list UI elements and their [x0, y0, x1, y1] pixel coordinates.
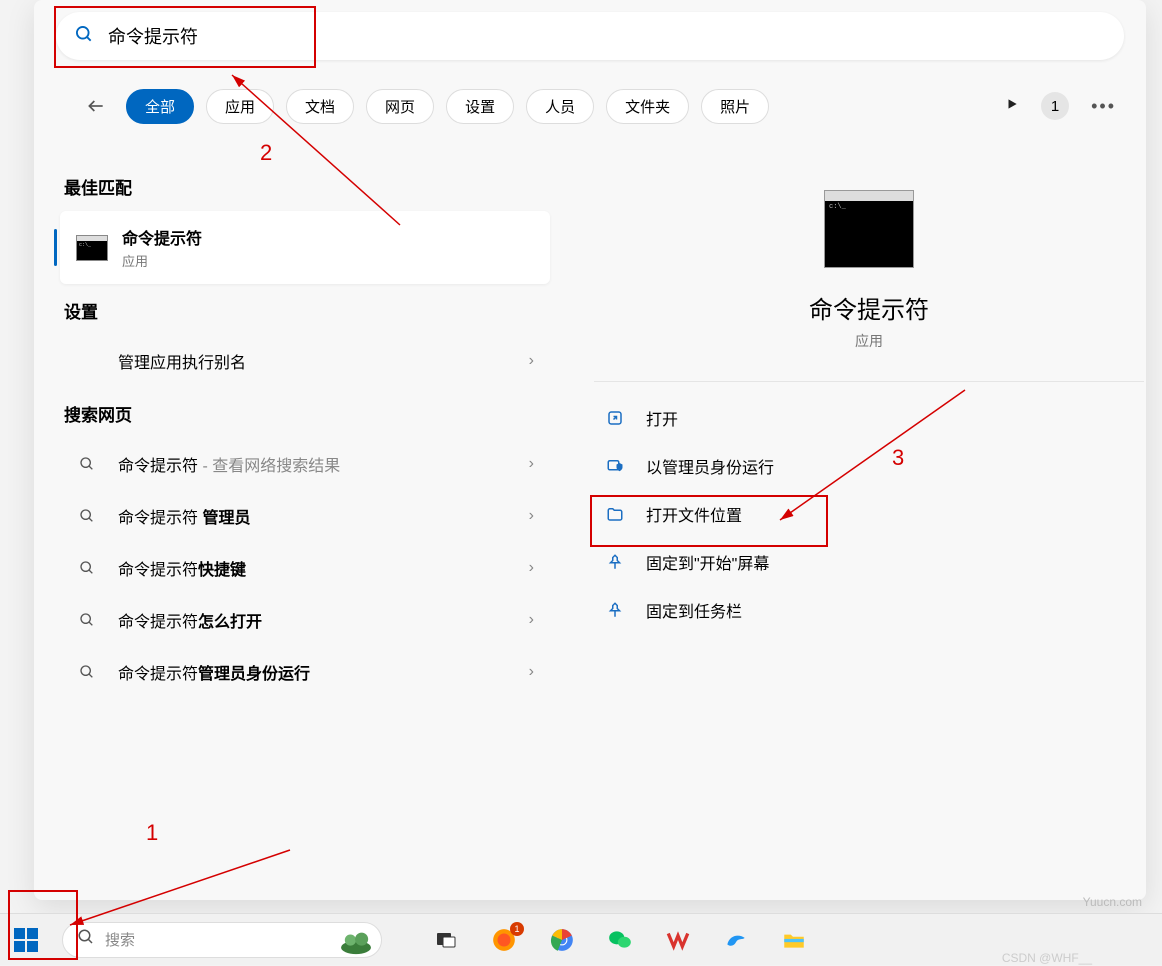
wps-icon[interactable]: [664, 926, 692, 954]
filter-web[interactable]: 网页: [366, 89, 434, 124]
dolphin-icon[interactable]: [722, 926, 750, 954]
row-text: 命令提示符快捷键: [118, 556, 529, 580]
action-pin-start[interactable]: 固定到"开始"屏幕: [594, 538, 1144, 586]
back-button[interactable]: [78, 88, 114, 124]
explorer-icon[interactable]: [780, 926, 808, 954]
web-item[interactable]: 命令提示符 管理员 ›: [60, 490, 550, 542]
windows-logo-icon: [14, 928, 38, 952]
top-right-controls: 1 •••: [1005, 92, 1116, 120]
result-title: 命令提示符: [122, 225, 202, 249]
best-match-result[interactable]: 命令提示符 应用: [60, 211, 550, 284]
filter-docs[interactable]: 文档: [286, 89, 354, 124]
search-icon: [76, 560, 98, 576]
preview-pane: 命令提示符 应用 打开 以管理员身份运行 打开文件位置 固定到"开始"屏幕 固定…: [594, 160, 1144, 634]
action-label: 固定到"开始"屏幕: [646, 550, 769, 574]
search-input[interactable]: [108, 26, 1106, 47]
cmd-icon-large: [824, 190, 914, 268]
results-left: 最佳匹配 命令提示符 应用 设置 管理应用执行别名 › 搜索网页 命令提示符 -…: [60, 160, 550, 698]
taskbar-search[interactable]: 搜索: [62, 922, 382, 958]
task-view-icon[interactable]: [432, 926, 460, 954]
best-match-label: 最佳匹配: [64, 174, 550, 199]
chrome-icon[interactable]: [548, 926, 576, 954]
action-label: 固定到任务栏: [646, 598, 742, 622]
action-open[interactable]: 打开: [594, 394, 1144, 442]
search-icon: [74, 24, 94, 49]
wechat-icon[interactable]: [606, 926, 634, 954]
filter-tabs: 全部 应用 文档 网页 设置 人员 文件夹 照片: [78, 88, 769, 124]
start-button[interactable]: [0, 914, 52, 966]
settings-item-alias[interactable]: 管理应用执行别名 ›: [60, 335, 550, 387]
search-panel: 全部 应用 文档 网页 设置 人员 文件夹 照片 1 ••• 最佳匹配 命令提示…: [34, 0, 1146, 900]
taskbar-icons: 1: [432, 926, 808, 954]
search-icon: [76, 508, 98, 524]
action-pin-taskbar[interactable]: 固定到任务栏: [594, 586, 1144, 634]
preview-title: 命令提示符: [809, 290, 929, 325]
filter-all[interactable]: 全部: [126, 89, 194, 124]
row-text: 命令提示符怎么打开: [118, 608, 529, 632]
preview-sub: 应用: [855, 331, 883, 351]
settings-label: 设置: [64, 298, 550, 323]
filter-photos[interactable]: 照片: [701, 89, 769, 124]
search-icon: [76, 456, 98, 472]
row-text: 命令提示符管理员身份运行: [118, 660, 529, 684]
web-item[interactable]: 命令提示符怎么打开 ›: [60, 594, 550, 646]
chevron-right-icon: ›: [529, 507, 534, 525]
search-icon: [77, 928, 95, 951]
filter-folders[interactable]: 文件夹: [606, 89, 689, 124]
action-label: 以管理员身份运行: [646, 454, 774, 478]
web-item[interactable]: 命令提示符管理员身份运行 ›: [60, 646, 550, 698]
pin-icon: [604, 601, 626, 619]
taskbar: 搜索 1: [0, 913, 1162, 965]
row-text: 管理应用执行别名: [118, 349, 529, 373]
notification-badge: 1: [510, 922, 524, 936]
result-sub: 应用: [122, 251, 202, 270]
count-badge[interactable]: 1: [1041, 92, 1069, 120]
action-label: 打开: [646, 406, 678, 430]
more-icon[interactable]: •••: [1091, 96, 1116, 117]
open-icon: [604, 409, 626, 427]
web-label: 搜索网页: [64, 401, 550, 426]
watermark: CSDN @WHF__: [1002, 951, 1092, 965]
shield-icon: [604, 457, 626, 475]
search-bar[interactable]: [56, 12, 1124, 60]
chevron-right-icon: ›: [529, 611, 534, 629]
search-icon: [76, 664, 98, 680]
action-run-admin[interactable]: 以管理员身份运行: [594, 442, 1144, 490]
action-label: 打开文件位置: [646, 502, 742, 526]
pin-icon: [604, 553, 626, 571]
action-open-location[interactable]: 打开文件位置: [594, 490, 1144, 538]
cmd-icon: [76, 235, 108, 261]
chevron-right-icon: ›: [529, 663, 534, 681]
cartoon-icon: [337, 927, 375, 955]
row-text: 命令提示符 管理员: [118, 504, 529, 528]
search-icon: [76, 612, 98, 628]
chevron-right-icon: ›: [529, 559, 534, 577]
chevron-right-icon: ›: [529, 352, 534, 370]
web-item[interactable]: 命令提示符快捷键 ›: [60, 542, 550, 594]
filter-apps[interactable]: 应用: [206, 89, 274, 124]
watermark: Yuucn.com: [1083, 895, 1142, 909]
filter-people[interactable]: 人员: [526, 89, 594, 124]
play-icon[interactable]: [1005, 97, 1019, 116]
firefox-icon[interactable]: 1: [490, 926, 518, 954]
web-item[interactable]: 命令提示符 - 查看网络搜索结果 ›: [60, 438, 550, 490]
chevron-right-icon: ›: [529, 455, 534, 473]
row-text: 命令提示符 - 查看网络搜索结果: [118, 452, 529, 476]
folder-icon: [604, 505, 626, 523]
taskbar-search-placeholder: 搜索: [105, 929, 135, 950]
filter-settings[interactable]: 设置: [446, 89, 514, 124]
divider: [594, 381, 1144, 382]
